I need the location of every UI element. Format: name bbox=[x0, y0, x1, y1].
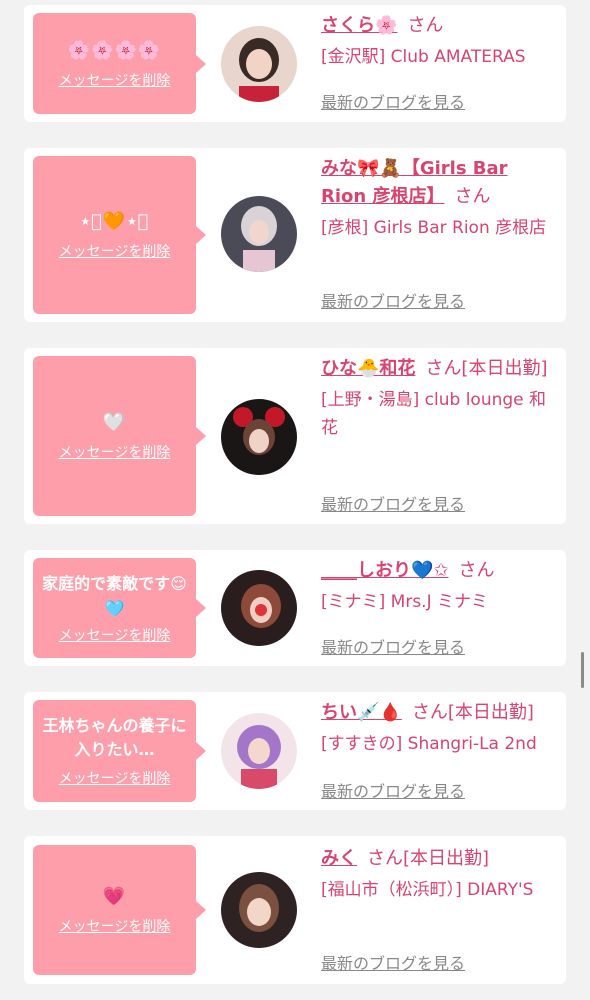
delete-message-link[interactable]: メッセージを削除 bbox=[59, 916, 171, 936]
shop-name: [彦根] Girls Bar Rion 彦根店 bbox=[321, 218, 547, 238]
cast-name-link[interactable]: ひな🐣和花 bbox=[321, 358, 415, 379]
message-text: 🤍 bbox=[102, 412, 127, 433]
honorific: さん bbox=[407, 15, 444, 36]
message-bubble: ⋆͛🧡⋆͛ メッセージを削除 bbox=[33, 156, 206, 314]
message-text: 🌸🌸🌸🌸 bbox=[67, 39, 162, 61]
avatar[interactable] bbox=[221, 399, 297, 475]
status-suffix: [本日出勤] bbox=[403, 848, 490, 869]
name-line: ひな🐣和花 さん[本日出勤] bbox=[321, 355, 556, 383]
avatar-photo bbox=[221, 196, 297, 272]
avatar[interactable] bbox=[221, 26, 297, 102]
delete-message-link[interactable]: メッセージを削除 bbox=[59, 768, 171, 788]
delete-message-link[interactable]: メッセージを削除 bbox=[59, 70, 171, 90]
latest-blog-link[interactable]: 最新のブログを見る bbox=[321, 288, 465, 312]
avatar[interactable] bbox=[221, 872, 297, 948]
latest-blog-link[interactable]: 最新のブログを見る bbox=[321, 634, 465, 658]
message-bubble: 家庭的で素敵です😌🩵 メッセージを削除 bbox=[33, 558, 206, 658]
honorific: さん bbox=[425, 358, 462, 379]
cast-info: みな🎀🧸【Girls Bar Rion 彦根店】 さん [彦根] Girls Ba… bbox=[321, 155, 556, 242]
avatar-photo bbox=[221, 26, 297, 102]
name-line: ____しおり💙✩ さん bbox=[321, 557, 556, 585]
shop-name: [上野・湯島] club lounge 和花 bbox=[321, 390, 547, 438]
shop-name: [ミナミ] Mrs.J ミナミ bbox=[321, 592, 489, 612]
message-card: 🤍 メッセージを削除 ひな🐣和花 さん[本日出勤] [上野・湯島] club lo… bbox=[24, 348, 566, 524]
cast-info: ひな🐣和花 さん[本日出勤] [上野・湯島] club lounge 和花 bbox=[321, 355, 556, 442]
latest-blog-link[interactable]: 最新のブログを見る bbox=[321, 778, 465, 802]
message-bubble: 🤍 メッセージを削除 bbox=[33, 356, 206, 516]
message-card: 王林ちゃんの養子に入りたい… メッセージを削除 ちい💉🩸 さん[本日出勤] [すす… bbox=[24, 692, 566, 810]
cast-name-link[interactable]: ちい💉🩸 bbox=[321, 702, 402, 723]
cast-info: さくら🌸 さん [金沢駅] Club AMATERAS bbox=[321, 12, 556, 71]
delete-message-link[interactable]: メッセージを削除 bbox=[59, 625, 171, 645]
avatar-photo bbox=[221, 399, 297, 475]
shop-name: [金沢駅] Club AMATERAS bbox=[321, 47, 526, 67]
message-bubble: 王林ちゃんの養子に入りたい… メッセージを削除 bbox=[33, 700, 206, 802]
cast-info: みく さん[本日出勤] [福山市（松浜町）] DIARY'S bbox=[321, 845, 556, 904]
cast-name-link[interactable]: さくら🌸 bbox=[321, 15, 397, 36]
cast-info: ____しおり💙✩ さん [ミナミ] Mrs.J ミナミ bbox=[321, 557, 556, 616]
message-card: ⋆͛🧡⋆͛ メッセージを削除 みな🎀🧸【Girls Bar Rion 彦根店】さ… bbox=[24, 148, 566, 322]
honorific: さん bbox=[367, 848, 403, 869]
avatar[interactable] bbox=[221, 713, 297, 789]
avatar-photo bbox=[221, 570, 297, 646]
shop-name: [すすきの] Shangri-La 2nd bbox=[321, 734, 537, 754]
scrollbar[interactable] bbox=[581, 652, 584, 688]
latest-blog-link[interactable]: 最新のブログを見る bbox=[321, 89, 465, 113]
avatar[interactable] bbox=[221, 196, 297, 272]
cast-name-link[interactable]: みく bbox=[321, 848, 357, 869]
avatar[interactable] bbox=[221, 570, 297, 646]
name-line: ちい💉🩸 さん[本日出勤] bbox=[321, 699, 556, 727]
avatar-photo bbox=[221, 713, 297, 789]
delete-message-link[interactable]: メッセージを削除 bbox=[59, 241, 171, 261]
honorific: さん bbox=[411, 702, 448, 723]
message-text: ⋆͛🧡⋆͛ bbox=[79, 211, 150, 232]
message-card: 🌸🌸🌸🌸 メッセージを削除 さくら🌸 さん [金沢駅] Club AMATERAS… bbox=[24, 5, 566, 122]
avatar-photo bbox=[221, 872, 297, 948]
message-text: 家庭的で素敵です😌🩵 bbox=[42, 574, 187, 618]
name-line: みく さん[本日出勤] bbox=[321, 845, 556, 873]
latest-blog-link[interactable]: 最新のブログを見る bbox=[321, 950, 465, 974]
status-suffix: [本日出勤] bbox=[461, 358, 548, 379]
message-text: 王林ちゃんの養子に入りたい… bbox=[42, 716, 187, 759]
honorific: さん bbox=[458, 560, 495, 581]
shop-name: [福山市（松浜町）] DIARY'S bbox=[321, 880, 534, 900]
message-bubble: 🌸🌸🌸🌸 メッセージを削除 bbox=[33, 13, 206, 114]
delete-message-link[interactable]: メッセージを削除 bbox=[59, 442, 171, 462]
status-suffix: [本日出勤] bbox=[447, 702, 534, 723]
cast-name-link[interactable]: ____しおり💙✩ bbox=[321, 560, 449, 581]
message-card: 💗 メッセージを削除 みく さん[本日出勤] [福山市（松浜町）] DIARY'S… bbox=[24, 836, 566, 984]
name-line: みな🎀🧸【Girls Bar Rion 彦根店】 さん bbox=[321, 155, 556, 211]
name-line: さくら🌸 さん bbox=[321, 12, 556, 40]
message-bubble: 💗 メッセージを削除 bbox=[33, 845, 206, 975]
cast-info: ちい💉🩸 さん[本日出勤] [すすきの] Shangri-La 2nd bbox=[321, 699, 556, 758]
latest-blog-link[interactable]: 最新のブログを見る bbox=[321, 491, 465, 515]
message-text: 💗 bbox=[102, 886, 127, 907]
message-card: 家庭的で素敵です😌🩵 メッセージを削除 ____しおり💙✩ さん [ミナミ] Mr… bbox=[24, 550, 566, 666]
honorific: さん bbox=[454, 186, 491, 207]
